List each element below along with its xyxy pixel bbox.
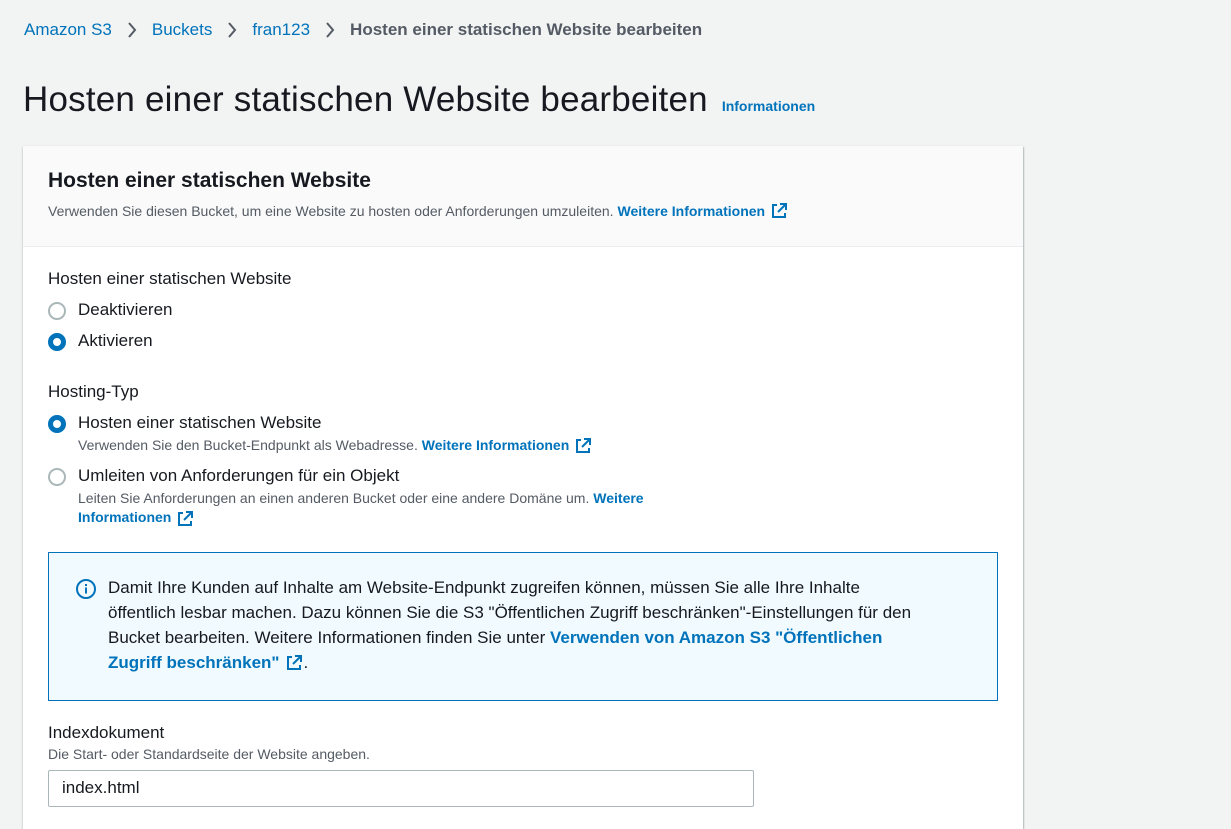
alert-line-2: öffentlich lesbar machen. Dazu können Si…: [108, 602, 912, 622]
alert-line-1: Damit Ihre Kunden auf Inhalte am Website…: [108, 577, 860, 597]
hosting-type-label: Hosting-Typ: [48, 382, 139, 401]
index-document-label: Indexdokument: [48, 722, 165, 742]
breadcrumb-current: Hosten einer statischen Website bearbeit…: [350, 20, 703, 39]
radio-redirect[interactable]: [48, 468, 66, 487]
index-document-field: Indexdokument Die Start- oder Standardse…: [48, 723, 998, 807]
radio-enable-label: Aktivieren: [78, 331, 153, 350]
panel-title: Hosten einer statischen Website: [48, 169, 371, 192]
breadcrumb-bucket-name[interactable]: fran123: [252, 20, 310, 40]
radio-option-redirect[interactable]: Umleiten von Anforderungen für ein Objek…: [48, 466, 998, 527]
host-static-more-info-label: Weitere Informationen: [421, 437, 570, 453]
page-header: Hosten einer statischen Website bearbeit…: [23, 80, 815, 120]
alert-line-4: Zugriff beschränken".: [108, 650, 911, 675]
redirect-more-info-link[interactable]: Weitere: [593, 490, 643, 506]
radio-disable-label: Deaktivieren: [78, 300, 173, 319]
radio-option-disable[interactable]: Deaktivieren: [48, 300, 998, 320]
chevron-right-icon: [310, 22, 350, 38]
alert-trailing: .: [303, 652, 309, 672]
breadcrumb-buckets[interactable]: Buckets: [152, 20, 212, 40]
panel-body: Hosten einer statischen Website Deaktivi…: [23, 247, 1023, 807]
panel-description-text: Verwenden Sie diesen Bucket, um eine Web…: [48, 203, 614, 219]
radio-host-static-label: Hosten einer statischen Website: [78, 413, 322, 432]
static-hosting-label: Hosten einer statischen Website: [48, 269, 292, 288]
hosting-type-field: Hosting-Typ Hosten einer statischen Webs…: [48, 382, 998, 528]
breadcrumb-amazon-s3[interactable]: Amazon S3: [24, 20, 112, 40]
redirect-more-info-label: Informationen: [78, 509, 172, 526]
radio-redirect-label: Umleiten von Anforderungen für ein Objek…: [78, 466, 400, 486]
radio-host-static[interactable]: [48, 415, 66, 433]
more-info-link-label: Weitere Informationen: [617, 203, 766, 219]
external-link-icon: [287, 655, 303, 671]
block-public-access-link-label: Zugriff beschränken": [108, 652, 280, 672]
external-link-icon: [772, 203, 788, 218]
radio-option-host-static[interactable]: Hosten einer statischen Website Verwende…: [48, 413, 998, 455]
info-icon: [76, 578, 96, 599]
external-link-icon: [576, 438, 592, 454]
block-public-access-link-cont[interactable]: Zugriff beschränken": [108, 653, 303, 672]
panel-header: Hosten einer statischen Website Verwende…: [23, 146, 1023, 247]
index-document-desc: Die Start- oder Standardseite der Websit…: [48, 745, 370, 762]
alert-line-3: Bucket bearbeiten. Weitere Informationen…: [108, 625, 911, 650]
radio-host-static-desc-text: Verwenden Sie den Bucket-Endpunkt als We…: [78, 437, 418, 453]
index-document-input[interactable]: [48, 769, 754, 807]
static-hosting-panel: Hosten einer statischen Website Verwende…: [23, 146, 1023, 829]
page-title: Hosten einer statischen Website bearbeit…: [23, 80, 708, 119]
radio-disable[interactable]: [48, 302, 66, 320]
chevron-right-icon: [212, 22, 252, 38]
radio-redirect-desc-text: Leiten Sie Anforderungen an einen andere…: [78, 490, 590, 507]
info-link[interactable]: Informationen: [722, 98, 815, 114]
host-static-more-info-link[interactable]: Weitere Informationen: [421, 437, 593, 454]
radio-redirect-desc: Leiten Sie Anforderungen an einen andere…: [78, 489, 644, 527]
alert-text: Damit Ihre Kunden auf Inhalte am Website…: [108, 575, 911, 700]
more-info-link[interactable]: Weitere Informationen: [618, 202, 789, 220]
alert-line-3-text: Bucket bearbeiten. Weitere Informationen…: [108, 627, 546, 647]
radio-enable[interactable]: [48, 333, 66, 351]
info-alert: Damit Ihre Kunden auf Inhalte am Website…: [48, 551, 998, 701]
panel-description: Verwenden Sie diesen Bucket, um eine Web…: [48, 202, 998, 220]
radio-host-static-desc: Verwenden Sie den Bucket-Endpunkt als We…: [78, 436, 592, 455]
radio-option-enable[interactable]: Aktivieren: [48, 331, 998, 351]
redirect-more-info-link-cont[interactable]: Informationen: [78, 509, 194, 526]
chevron-right-icon: [112, 22, 152, 38]
static-hosting-field: Hosten einer statischen Website Deaktivi…: [48, 269, 998, 351]
breadcrumb: Amazon S3 Buckets fran123 Hosten einer s…: [24, 20, 702, 40]
external-link-icon: [178, 510, 194, 526]
block-public-access-link[interactable]: Verwenden von Amazon S3 "Öffentlichen: [550, 628, 882, 647]
